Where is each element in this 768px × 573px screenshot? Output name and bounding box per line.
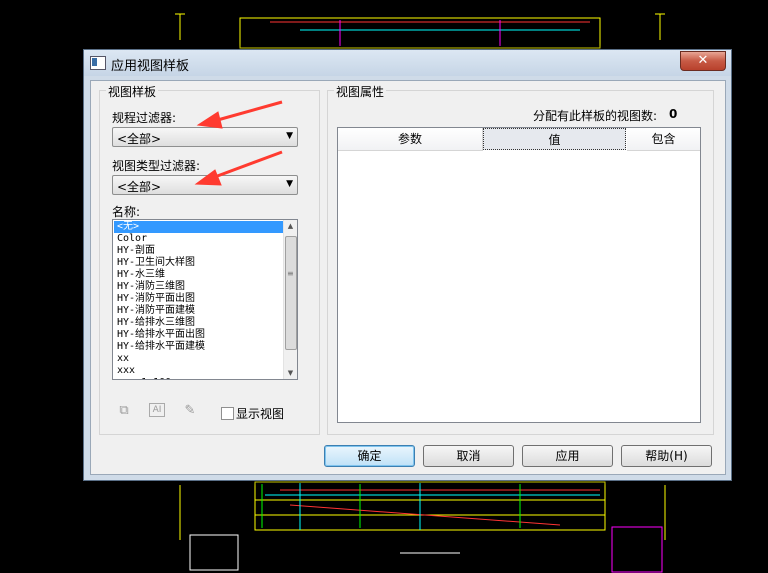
annotation-arrow-2-head (194, 169, 222, 186)
annotation-arrow-2 (211, 150, 283, 180)
annotation-arrow-1-head (196, 111, 223, 129)
annotation-arrows (194, 100, 283, 186)
annotation-arrow-1 (213, 100, 283, 123)
